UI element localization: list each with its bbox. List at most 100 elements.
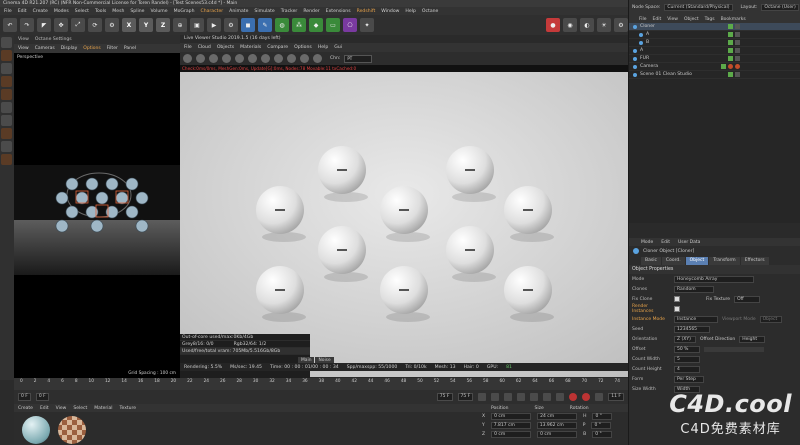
render-view-icon[interactable]: ▣ (190, 18, 204, 32)
snap-icon[interactable] (1, 115, 12, 126)
lv-menu-cloud[interactable]: Cloud (198, 45, 211, 50)
menu-simulate[interactable]: Simulate (254, 9, 274, 14)
prev-key-icon[interactable] (491, 393, 500, 401)
list-item[interactable]: Cloner (629, 23, 800, 31)
rotate-icon[interactable]: ⟳ (88, 18, 102, 32)
menu-select[interactable]: Select (75, 9, 89, 14)
seed-field[interactable]: 1234565 (674, 325, 710, 333)
preview-end-field[interactable]: 75 F (436, 393, 453, 401)
next-frame-icon[interactable] (530, 393, 539, 401)
lock-res-icon[interactable] (261, 54, 270, 63)
material-swatch[interactable] (58, 416, 86, 444)
rot-h-field[interactable]: 0 ° (592, 413, 613, 420)
keyframe-selection-icon[interactable] (595, 393, 604, 401)
menu-redshift[interactable]: Redshift (357, 9, 376, 14)
count-width-field[interactable]: 5 (674, 355, 700, 363)
points-mode-icon[interactable] (1, 63, 12, 74)
instance-mode-select[interactable]: Instance (674, 315, 718, 323)
autokey-icon[interactable] (582, 393, 591, 401)
go-start-icon[interactable] (478, 393, 487, 401)
deformer-icon[interactable]: ◆ (309, 18, 323, 32)
clay-icon[interactable] (300, 54, 309, 63)
list-item[interactable]: FUR (629, 55, 800, 63)
viewport-menu-display[interactable]: Display (61, 46, 78, 51)
menu-volume[interactable]: Volume (151, 9, 168, 14)
cloner-icon[interactable]: ⁂ (292, 18, 306, 32)
channel-select[interactable]: PT (344, 54, 373, 63)
sub-sampling-icon[interactable] (313, 54, 322, 63)
tab-basic[interactable]: Basic (641, 256, 661, 265)
edges-mode-icon[interactable] (1, 76, 12, 87)
offset-field[interactable]: 50 % (674, 345, 700, 353)
axis-mode-icon[interactable] (1, 102, 12, 113)
lv-menu-options[interactable]: Options (294, 45, 312, 50)
size-y-field[interactable]: 13.962 cm (536, 422, 577, 429)
menu-file[interactable]: File (4, 9, 12, 14)
attr-menu-mode[interactable]: Mode (641, 240, 653, 245)
menu-help[interactable]: Help (405, 9, 415, 14)
settings-icon[interactable] (235, 54, 244, 63)
floor-icon[interactable]: ▭ (326, 18, 340, 32)
tab-view[interactable]: View (18, 37, 29, 42)
perspective-viewport[interactable]: View Octane Settings View Cameras Displa… (14, 35, 180, 380)
lv-menu-compare[interactable]: Compare (267, 45, 288, 50)
fix-clone-checkbox[interactable] (674, 296, 680, 302)
om-menu-view[interactable]: View (667, 17, 678, 22)
octane-live-icon[interactable]: ● (546, 18, 560, 32)
om-menu-tags[interactable]: Tags (705, 17, 715, 22)
go-end-icon[interactable] (556, 393, 565, 401)
mat-menu-material[interactable]: Material (94, 406, 112, 411)
rot-b-field[interactable]: 0 ° (592, 431, 613, 438)
mat-menu-create[interactable]: Create (18, 406, 33, 411)
pick-focus-icon[interactable] (274, 54, 283, 63)
mat-menu-texture[interactable]: Texture (120, 406, 136, 411)
axis-y-button[interactable]: Y (139, 18, 153, 32)
om-menu-bookmarks[interactable]: Bookmarks (721, 17, 746, 22)
viewport-menu-filter[interactable]: Filter (107, 46, 118, 51)
size-x-field[interactable]: 24 cm (537, 413, 578, 420)
subdivision-icon[interactable]: ◍ (275, 18, 289, 32)
prev-frame-icon[interactable] (504, 393, 513, 401)
axis-z-button[interactable]: Z (156, 18, 170, 32)
viewport-menu-cameras[interactable]: Cameras (35, 46, 55, 51)
axis-x-button[interactable]: X (122, 18, 136, 32)
list-item[interactable]: A (629, 47, 800, 55)
attr-menu-edit[interactable]: Edit (661, 240, 670, 245)
rot-p-field[interactable]: 0 ° (591, 422, 612, 429)
redo-icon[interactable]: ↷ (20, 18, 34, 32)
render-picture-icon[interactable]: ▶ (207, 18, 221, 32)
polygons-mode-icon[interactable] (1, 89, 12, 100)
timeline[interactable]: 0 2 4 6 8 10 12 14 16 18 20 22 24 26 28 30 32 34 36 38 40 42 4… (14, 378, 628, 390)
attr-menu-user-data[interactable]: User Data (678, 240, 700, 245)
workplane-icon[interactable] (1, 128, 12, 139)
node-space-select[interactable]: Current (Standard/Physical) (664, 4, 733, 11)
menu-character[interactable]: Character (200, 9, 223, 14)
undo-icon[interactable]: ↶ (3, 18, 17, 32)
send-scene-icon[interactable] (183, 54, 192, 63)
om-menu-edit[interactable]: Edit (653, 17, 662, 22)
mat-menu-edit[interactable]: Edit (40, 406, 49, 411)
pos-z-field[interactable]: 0 cm (491, 431, 532, 438)
list-item[interactable]: B (629, 39, 800, 47)
end-frame-field[interactable]: 75 F (457, 393, 474, 401)
mat-menu-view[interactable]: View (56, 406, 67, 411)
om-menu-file[interactable]: File (639, 17, 647, 22)
record-icon[interactable] (569, 393, 578, 401)
menu-mograph[interactable]: MoGraph (174, 9, 195, 14)
form-select[interactable]: Per Step (674, 375, 704, 383)
move-icon[interactable]: ✥ (54, 18, 68, 32)
tab-coord[interactable]: Coord. (661, 256, 685, 265)
menu-mesh[interactable]: Mesh (112, 9, 124, 14)
octane-light-icon[interactable]: ☀ (597, 18, 611, 32)
tab-transform[interactable]: Transform (709, 256, 740, 265)
menu-render[interactable]: Render (303, 9, 319, 14)
offset-slider[interactable] (704, 346, 764, 352)
model-mode-icon[interactable] (1, 37, 12, 48)
octane-camera-icon[interactable]: ◉ (563, 18, 577, 32)
coordinate-system-icon[interactable]: ⊕ (173, 18, 187, 32)
menu-edit[interactable]: Edit (18, 9, 27, 14)
recent-tools-icon[interactable]: ⚙ (105, 18, 119, 32)
count-height-field[interactable]: 4 (674, 365, 700, 373)
light-icon[interactable]: ✦ (360, 18, 374, 32)
tab-octane-settings[interactable]: Octane Settings (35, 37, 72, 42)
